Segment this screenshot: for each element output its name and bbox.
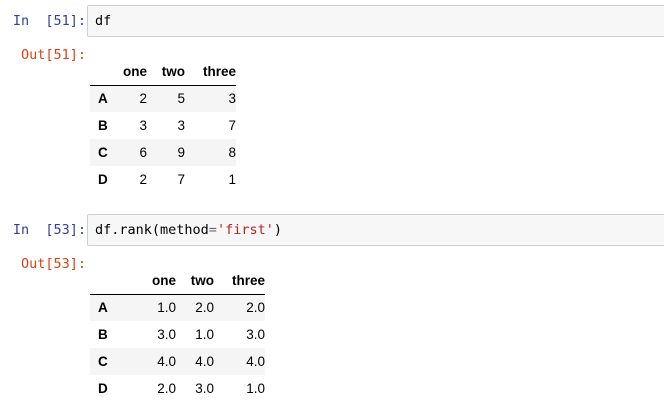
row-index: D <box>98 381 108 396</box>
column-header-two: two <box>176 267 214 295</box>
index-header <box>90 267 120 295</box>
table-cell: 3 <box>139 118 147 133</box>
table-row: D 2 7 1 <box>90 166 236 193</box>
table-cell: 1.0 <box>195 327 214 342</box>
table-row: A 1.0 2.0 2.0 <box>90 294 265 321</box>
column-header-three: three <box>185 58 236 86</box>
code-input-1[interactable]: df <box>87 5 664 37</box>
table-cell: 8 <box>228 145 236 160</box>
code-text-2: df.rank(method='first') <box>95 222 282 238</box>
column-header-one: one <box>120 267 176 295</box>
row-index: A <box>98 300 108 316</box>
row-index: A <box>98 91 108 107</box>
table-cell: 3 <box>177 118 185 133</box>
table-cell: 3.0 <box>157 327 176 342</box>
table-cell: 2.0 <box>246 300 265 316</box>
table-cell: 6 <box>139 145 147 160</box>
table-row: B 3.0 1.0 3.0 <box>90 321 265 348</box>
table-cell: 4.0 <box>157 354 176 369</box>
output-prompt-1: Out[51]: <box>20 47 86 63</box>
table-cell: 2 <box>139 91 147 107</box>
input-prompt-2: In [53]: <box>12 222 86 238</box>
table-cell: 3.0 <box>246 327 265 342</box>
table-cell: 1 <box>228 172 236 187</box>
table-row: C 4.0 4.0 4.0 <box>90 348 265 375</box>
column-header-one: one <box>120 58 147 86</box>
row-index: B <box>98 327 108 342</box>
table-cell: 4.0 <box>246 354 265 369</box>
table-cell: 9 <box>177 145 185 160</box>
table-cell: 1.0 <box>246 381 265 396</box>
table-cell: 2.0 <box>195 300 214 316</box>
table-row: A 2 5 3 <box>90 85 236 112</box>
code-input-2[interactable]: df.rank(method='first') <box>87 214 664 246</box>
row-index: C <box>98 145 108 160</box>
code-text-1: df <box>95 13 112 29</box>
row-index: B <box>98 118 108 133</box>
table-cell: 3 <box>228 91 236 107</box>
table-cell: 7 <box>228 118 236 133</box>
table-cell: 2.0 <box>157 381 176 396</box>
row-index: D <box>98 172 108 187</box>
index-header <box>90 58 120 86</box>
table-row: D 2.0 3.0 1.0 <box>90 375 265 402</box>
table-cell: 2 <box>139 172 147 187</box>
table-row: C 6 9 8 <box>90 139 236 166</box>
table-cell: 5 <box>177 91 185 107</box>
dataframe-output-2: one two three A 1.0 2.0 2.0 B 3.0 1.0 3.… <box>90 267 265 402</box>
row-index: C <box>98 354 108 369</box>
table-cell: 3.0 <box>195 381 214 396</box>
table-cell: 7 <box>177 172 185 187</box>
column-header-two: two <box>147 58 185 86</box>
dataframe-output-1: one two three A 2 5 3 B 3 3 7 C 6 9 8 D … <box>90 58 236 193</box>
input-prompt-1: In [51]: <box>12 13 86 29</box>
table-cell: 4.0 <box>195 354 214 369</box>
table-cell: 1.0 <box>157 300 176 316</box>
output-prompt-2: Out[53]: <box>20 256 86 272</box>
column-header-three: three <box>214 267 265 295</box>
table-row: B 3 3 7 <box>90 112 236 139</box>
